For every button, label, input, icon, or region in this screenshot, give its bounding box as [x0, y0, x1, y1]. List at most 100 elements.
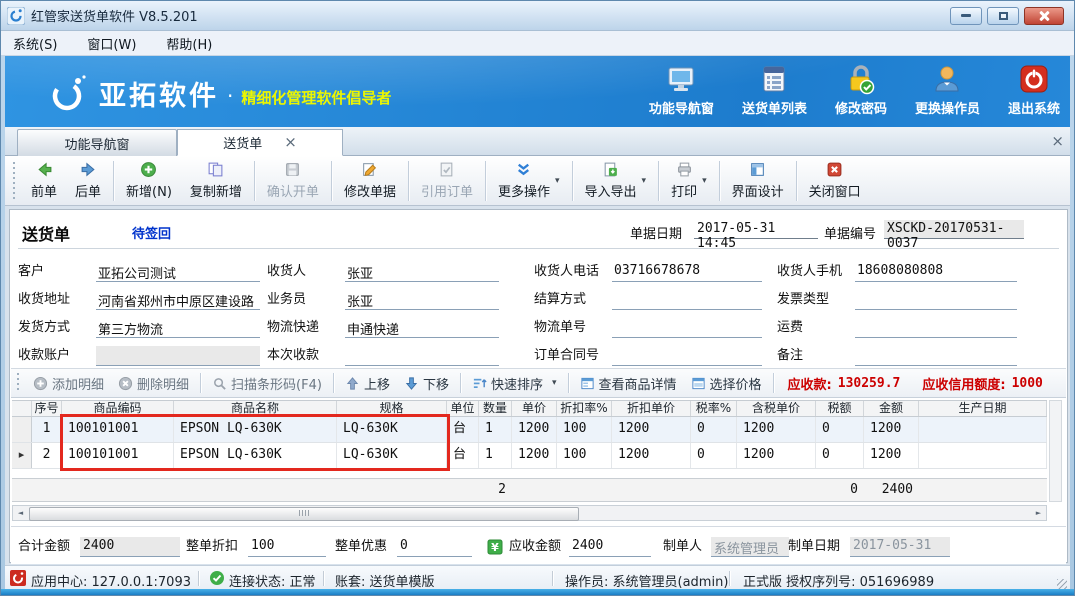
field-consignee-phone[interactable]: 03716678678 [612, 262, 762, 282]
footer-value-order-preference[interactable]: 0 [397, 537, 472, 557]
toolbar-grip[interactable] [13, 162, 16, 200]
column-header-9[interactable]: 折扣单价 [612, 401, 691, 416]
power-icon [1018, 63, 1050, 95]
column-header-2[interactable]: 商品编码 [62, 401, 174, 416]
column-header-4[interactable]: 规格 [337, 401, 447, 416]
footer-value-receivable-amount[interactable]: 2400 [569, 537, 651, 557]
toolbar-button-copy-new[interactable]: 复制新增 [181, 158, 251, 204]
field-order-contract-no[interactable] [612, 346, 762, 366]
tabstrip-close-icon[interactable]: × [1051, 132, 1064, 150]
dropdown-caret-icon[interactable]: ▾ [555, 176, 560, 186]
toolbar-button-modify-order[interactable]: 修改单据 [335, 158, 405, 204]
field-logistics-express[interactable]: 申通快递 [345, 318, 499, 338]
field-salesman[interactable]: 张亚 [345, 290, 499, 310]
summary-cell [919, 479, 1047, 501]
field-freight[interactable] [855, 318, 1017, 338]
banner-action-function-nav[interactable]: 功能导航窗 [649, 63, 714, 117]
column-header-14[interactable]: 生产日期 [919, 401, 1047, 416]
menu-window[interactable]: 窗口(W) [87, 34, 136, 53]
tab-delivery-order[interactable]: 送货单 × [177, 129, 343, 156]
detail-button-select-price[interactable]: 选择价格 [684, 370, 769, 396]
detail-button-scan-barcode[interactable]: 扫描条形码(F4) [205, 370, 329, 396]
banner-action-delivery-list[interactable]: 送货单列表 [742, 63, 807, 117]
close-button[interactable] [1024, 7, 1064, 25]
dropdown-caret-icon[interactable]: ▾ [552, 378, 557, 388]
field-label-logistics-no: 物流单号 [534, 316, 612, 338]
resize-grip[interactable] [1057, 579, 1067, 589]
field-invoice-type[interactable] [855, 290, 1017, 310]
footer-value-order-maker[interactable]: 系统管理员 [711, 537, 789, 557]
menu-help[interactable]: 帮助(H) [166, 34, 212, 53]
table-row-1[interactable]: 1100101001EPSON LQ-630KLQ-630K台112001001… [12, 417, 1047, 443]
column-header-5[interactable]: 单位 [447, 401, 479, 416]
detail-button-move-up[interactable]: 上移 [338, 370, 397, 396]
field-delivery-address[interactable]: 河南省郑州市中原区建设路 [96, 290, 260, 310]
field-receiving-account[interactable] [96, 346, 260, 366]
detail-button-delete-detail[interactable]: 删除明细 [111, 370, 196, 396]
detail-toolbar-grip[interactable] [17, 373, 20, 393]
column-header-6[interactable]: 数量 [479, 401, 512, 416]
minimize-button[interactable] [950, 7, 982, 25]
tab-close-icon[interactable]: × [284, 135, 297, 150]
field-customer[interactable]: 亚拓公司测试 [96, 262, 260, 282]
column-header-7[interactable]: 单价 [512, 401, 557, 416]
field-consignee[interactable]: 张亚 [345, 262, 499, 282]
scroll-right-arrow[interactable]: ► [1031, 506, 1046, 520]
toolbar-button-print[interactable]: 打印▾ [662, 158, 716, 204]
field-current-payment[interactable] [345, 346, 499, 366]
toolbar-button-label: 后单 [75, 181, 101, 200]
tab-function-nav[interactable]: 功能导航窗 [17, 129, 177, 156]
column-header-3[interactable]: 商品名称 [174, 401, 337, 416]
detail-toolbar: 添加明细删除明细扫描条形码(F4)上移下移快速排序▾查看商品详情选择价格 应收款… [11, 368, 1066, 398]
toolbar-button-import-export[interactable]: 导入导出▾ [576, 158, 656, 204]
dropdown-caret-icon[interactable]: ▾ [642, 176, 647, 186]
menu-system[interactable]: 系统(S) [13, 34, 57, 53]
toolbar-button-prev-order[interactable]: 前单 [22, 158, 66, 204]
field-settlement-method[interactable] [612, 290, 762, 310]
app-logo-icon [7, 7, 25, 25]
column-header-10[interactable]: 税率% [691, 401, 737, 416]
toolbar-button-close-window[interactable]: 关闭窗口 [800, 158, 870, 204]
footer-value-total-amount[interactable]: 2400 [80, 537, 180, 557]
column-header-8[interactable]: 折扣率% [557, 401, 612, 416]
table-row-2[interactable]: ▸2100101001EPSON LQ-630KLQ-630K台11200100… [12, 443, 1047, 469]
toolbar-button-confirm-order[interactable]: 确认开单 [258, 158, 328, 204]
field-remark[interactable] [855, 346, 1017, 366]
detail-button-view-product-detail[interactable]: 查看商品详情 [573, 370, 684, 396]
dropdown-caret-icon[interactable]: ▾ [702, 176, 707, 186]
field-label-settlement-method: 结算方式 [534, 288, 612, 310]
vertical-scrollbar[interactable] [1049, 400, 1062, 502]
detail-button-move-down[interactable]: 下移 [397, 370, 456, 396]
column-header-12[interactable]: 税额 [816, 401, 864, 416]
column-header-13[interactable]: 金额 [864, 401, 919, 416]
horizontal-scrollbar[interactable]: ◄ ► [12, 505, 1047, 521]
field-consignee-mobile[interactable]: 18608080808 [855, 262, 1017, 282]
toolbar-button-ui-design[interactable]: 界面设计 [723, 158, 793, 204]
toolbar-button-new-order[interactable]: 新增(N) [117, 158, 181, 204]
order-date-field[interactable]: 2017-05-31 14:45 [694, 220, 818, 239]
field-shipping-method[interactable]: 第三方物流 [96, 318, 260, 338]
toolbar-button-next-order[interactable]: 后单 [66, 158, 110, 204]
toolbar-separator [796, 161, 797, 201]
scroll-left-arrow[interactable]: ◄ [13, 506, 28, 520]
row-indicator [12, 417, 32, 442]
maximize-button[interactable] [987, 7, 1019, 25]
banner-action-switch-operator[interactable]: 更换操作员 [915, 63, 980, 117]
prev-icon [36, 161, 53, 178]
column-header-0[interactable] [12, 401, 32, 416]
detail-button-add-detail[interactable]: 添加明细 [26, 370, 111, 396]
banner-action-exit-system[interactable]: 退出系统 [1008, 63, 1060, 117]
detail-button-quick-sort[interactable]: 快速排序▾ [465, 370, 564, 396]
footer-value-order-date[interactable]: 2017-05-31 [850, 537, 950, 557]
modify-icon [361, 161, 378, 178]
toolbar-button-reference-order[interactable]: 引用订单 [412, 158, 482, 204]
banner-action-change-password[interactable]: 修改密码 [835, 63, 887, 117]
field-label-freight: 运费 [777, 316, 855, 338]
field-logistics-no[interactable] [612, 318, 762, 338]
column-header-11[interactable]: 含税单价 [737, 401, 816, 416]
column-header-1[interactable]: 序号 [32, 401, 62, 416]
toolbar-button-more-actions[interactable]: 更多操作▾ [489, 158, 569, 204]
window-frame-left [1, 56, 5, 590]
scrollbar-thumb[interactable] [29, 507, 579, 521]
footer-value-order-discount[interactable]: 100 [248, 537, 326, 557]
